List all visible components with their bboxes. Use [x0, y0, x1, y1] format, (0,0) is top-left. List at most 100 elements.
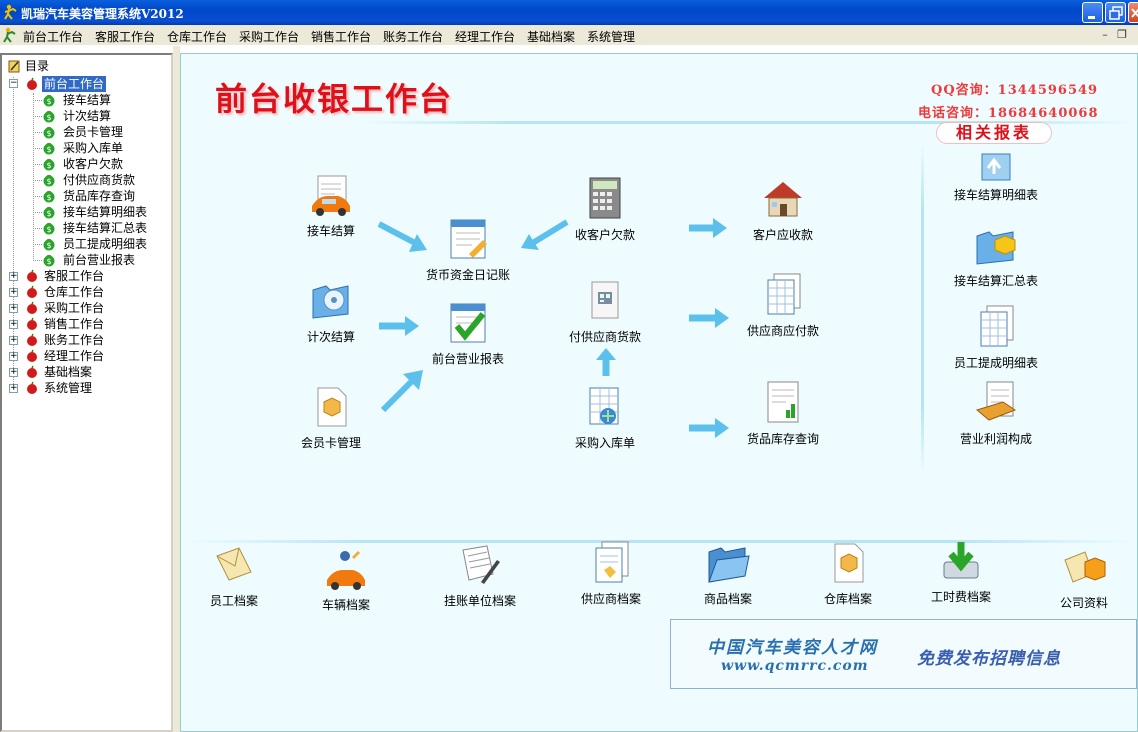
- svg-text:$: $: [46, 129, 51, 138]
- money-bag-icon: $: [43, 207, 55, 219]
- spreadsheet-icon: [767, 273, 801, 315]
- money-bag-icon: $: [43, 159, 55, 171]
- svg-text:$: $: [46, 241, 51, 250]
- restore-icon: [1109, 6, 1123, 20]
- window-doc-icon: [591, 281, 619, 319]
- tree-expand-toggle[interactable]: +: [9, 336, 18, 345]
- menu-accounts[interactable]: 账务工作台: [383, 28, 443, 45]
- panel-splitter[interactable]: [173, 46, 180, 732]
- main-workspace: 前台收银工作台 QQ咨询：1344596549 电话咨询：18684640068…: [180, 53, 1138, 732]
- spreadsheet-icon: [980, 305, 1014, 347]
- tile-archive-goods[interactable]: 商品档案: [693, 540, 763, 607]
- restore-button[interactable]: [1105, 2, 1126, 23]
- menu-warehouse[interactable]: 仓库工作台: [167, 28, 227, 45]
- menu-sales[interactable]: 销售工作台: [311, 28, 371, 45]
- apple-icon: [27, 269, 37, 282]
- tree-expand-toggle[interactable]: +: [9, 272, 18, 281]
- tile-pay-supplier[interactable]: 付供应商货款: [555, 278, 655, 345]
- tree-item[interactable]: 接车结算: [61, 92, 113, 108]
- tile-count-checkout[interactable]: 计次结算: [296, 278, 366, 345]
- tile-payable[interactable]: 供应商应付款: [733, 272, 833, 339]
- tree-item[interactable]: 采购入库单: [61, 140, 125, 156]
- tile-archive-employee[interactable]: 员工档案: [199, 542, 269, 609]
- tile-checkout[interactable]: 接车结算: [296, 172, 366, 239]
- apple-icon: [27, 333, 37, 346]
- tree-expand-toggle[interactable]: +: [9, 384, 18, 393]
- recruit-banner[interactable]: 中国汽车美容人才网 www.qcmrrc.com 免费发布招聘信息: [670, 619, 1137, 689]
- tree-node[interactable]: 客服工作台: [42, 268, 106, 284]
- menu-base-archives[interactable]: 基础档案: [527, 28, 575, 45]
- tree-item[interactable]: 接车结算明细表: [61, 204, 149, 220]
- tile-report-profit[interactable]: 营业利润构成: [941, 380, 1051, 447]
- tile-archive-supplier[interactable]: 供应商档案: [561, 540, 661, 607]
- supplier-doc-icon: [595, 541, 629, 583]
- tree-item[interactable]: 计次结算: [61, 108, 113, 124]
- tree-item[interactable]: 收客户欠款: [61, 156, 125, 172]
- menu-system[interactable]: 系统管理: [587, 28, 635, 45]
- menu-bar: 前台工作台 客服工作台 仓库工作台 采购工作台 销售工作台 账务工作台 经理工作…: [0, 25, 1138, 46]
- tile-archive-vehicle[interactable]: 车辆档案: [311, 546, 381, 613]
- svg-text:$: $: [46, 209, 51, 218]
- menu-purchasing[interactable]: 采购工作台: [239, 28, 299, 45]
- menu-front-desk[interactable]: 前台工作台: [23, 28, 83, 45]
- tree-node[interactable]: 基础档案: [42, 364, 94, 380]
- tree-expand-toggle[interactable]: +: [9, 368, 18, 377]
- tile-report-checkout-summary[interactable]: 接车结算汇总表: [941, 222, 1051, 289]
- tree-collapse-toggle[interactable]: −: [9, 79, 18, 88]
- money-bag-icon: $: [43, 111, 55, 123]
- tree-node[interactable]: 仓库工作台: [42, 284, 106, 300]
- tile-front-report[interactable]: 前台营业报表: [413, 300, 523, 367]
- arrow-icon: [689, 218, 727, 238]
- tile-receivable[interactable]: 客户应收款: [743, 176, 823, 243]
- tree-node[interactable]: 系统管理: [42, 380, 94, 396]
- tree-item[interactable]: 员工提成明细表: [61, 236, 149, 252]
- tile-report-checkout-detail[interactable]: 接车结算明细表: [941, 150, 1051, 203]
- tree-root[interactable]: 目录: [23, 58, 51, 74]
- apple-icon: [27, 77, 37, 90]
- tree-expand-toggle[interactable]: +: [9, 320, 18, 329]
- arrow-icon: [377, 221, 427, 252]
- qq-contact: QQ咨询：1344596549: [931, 83, 1099, 98]
- tree-item[interactable]: 接车结算汇总表: [61, 220, 149, 236]
- mdi-minimize-button[interactable]: –: [1098, 28, 1112, 42]
- tree-node[interactable]: 销售工作台: [42, 316, 106, 332]
- tile-archive-company[interactable]: 公司资料: [1049, 544, 1119, 611]
- tile-stock-query[interactable]: 货品库存查询: [733, 380, 833, 447]
- tree-node[interactable]: 经理工作台: [42, 348, 106, 364]
- minimize-button[interactable]: [1082, 2, 1103, 23]
- tree-node[interactable]: 采购工作台: [42, 300, 106, 316]
- tree-item[interactable]: 前台营业报表: [61, 252, 137, 268]
- menu-customer-service[interactable]: 客服工作台: [95, 28, 155, 45]
- tile-member-card[interactable]: 会员卡管理: [289, 384, 373, 451]
- open-folder-icon: [708, 547, 750, 583]
- document-box-icon: [834, 543, 864, 583]
- close-button[interactable]: [1128, 2, 1138, 23]
- tree-node-front-desk[interactable]: 前台工作台: [42, 76, 107, 92]
- arrow-icon: [521, 219, 569, 250]
- tree-item[interactable]: 货品库存查询: [61, 188, 137, 204]
- tree-item[interactable]: 付供应商货款: [61, 172, 137, 188]
- mdi-restore-button[interactable]: ❐: [1115, 28, 1129, 42]
- folder-disc-icon: [312, 285, 349, 319]
- window-title: 凯瑞汽车美容管理系统V2012: [21, 7, 184, 21]
- svg-text:$: $: [46, 97, 51, 106]
- tile-report-commission[interactable]: 员工提成明细表: [941, 304, 1051, 371]
- tree-expand-toggle[interactable]: +: [9, 288, 18, 297]
- tree-expand-toggle[interactable]: +: [9, 304, 18, 313]
- arrow-icon: [596, 348, 616, 376]
- svg-text:$: $: [46, 225, 51, 234]
- tile-archive-credit-units[interactable]: 挂账单位档案: [435, 542, 525, 609]
- svg-text:$: $: [46, 193, 51, 202]
- tile-archive-warehouse[interactable]: 仓库档案: [813, 540, 883, 607]
- tile-archive-labor-fee[interactable]: 工时费档案: [921, 538, 1001, 605]
- app-icon: [4, 4, 17, 20]
- minimize-icon: [1088, 16, 1095, 19]
- tree-expand-toggle[interactable]: +: [9, 352, 18, 361]
- envelope-cube-icon: [1064, 551, 1106, 583]
- calculator-icon: [589, 177, 621, 219]
- menu-manager[interactable]: 经理工作台: [455, 28, 515, 45]
- banner-url: www.qcmrrc.com: [721, 658, 869, 674]
- tree-item[interactable]: 会员卡管理: [61, 124, 125, 140]
- tree-node[interactable]: 账务工作台: [42, 332, 106, 348]
- tile-purchase-in[interactable]: 采购入库单: [555, 384, 655, 451]
